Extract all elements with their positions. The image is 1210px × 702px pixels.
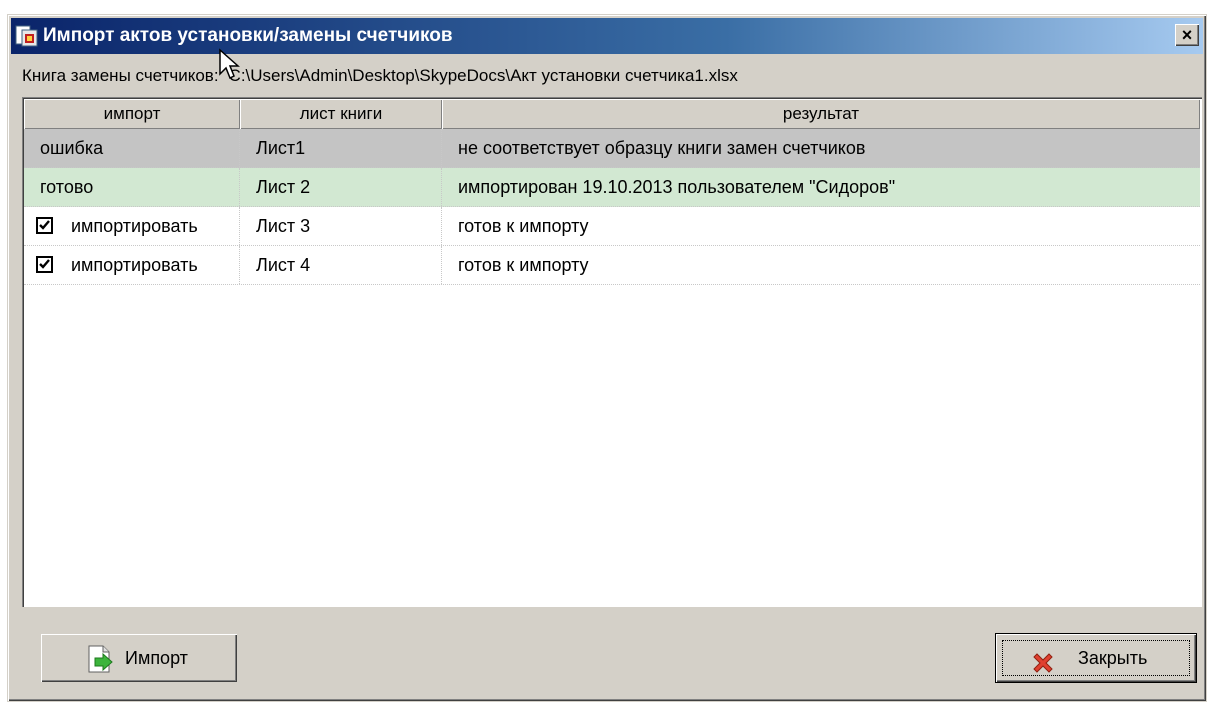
column-header-import[interactable]: импорт <box>24 99 240 129</box>
close-icon: × <box>1181 25 1193 45</box>
import-checkbox[interactable] <box>36 216 53 234</box>
result-cell: импортирован 19.10.2013 пользователем "С… <box>458 177 896 197</box>
title-bar[interactable]: Импорт актов установки/замены счетчиков … <box>11 18 1203 54</box>
table-header: импорт лист книги результат <box>24 99 1200 129</box>
import-checkbox-label: импортировать <box>71 216 198 236</box>
sheets-table[interactable]: импорт лист книги результат ошибка Лист1… <box>22 97 1202 607</box>
table-row[interactable]: ошибка Лист1 не соответствует образцу кн… <box>24 129 1200 168</box>
sheet-name-cell: Лист 2 <box>240 168 442 206</box>
book-path-line: Книга замены счетчиков: C:\Users\Admin\De… <box>22 65 738 87</box>
close-button[interactable]: Закрыть <box>995 633 1197 683</box>
result-cell: готов к импорту <box>458 255 589 275</box>
import-checkbox[interactable] <box>36 255 53 273</box>
import-checkbox-label: импортировать <box>71 255 198 275</box>
result-cell: готов к импорту <box>458 216 589 236</box>
close-button-label: Закрыть <box>1078 648 1148 668</box>
column-header-sheet[interactable]: лист книги <box>240 99 442 129</box>
import-status-cell: ошибка <box>24 129 240 167</box>
excel-sheet-icon <box>15 25 39 47</box>
table-row[interactable]: импортировать Лист 3 готов к импорту <box>24 207 1200 246</box>
red-x-icon <box>1030 646 1056 694</box>
result-cell: не соответствует образцу книги замен сче… <box>458 138 866 158</box>
window-title: Импорт актов установки/замены счетчиков <box>43 25 453 46</box>
column-header-result[interactable]: результат <box>442 99 1200 129</box>
table-row[interactable]: импортировать Лист 4 готов к импорту <box>24 246 1200 285</box>
import-checkbox-cell: импортировать <box>24 207 240 245</box>
mouse-cursor-icon <box>219 48 240 80</box>
import-checkbox-cell: импортировать <box>24 246 240 284</box>
document-green-arrow-icon <box>85 644 115 692</box>
book-label: Книга замены счетчиков: <box>22 66 219 85</box>
close-window-button[interactable]: × <box>1175 24 1199 46</box>
book-path: C:\Users\Admin\Desktop\SkypeDocs\Акт уст… <box>228 66 738 85</box>
import-button[interactable]: Импорт <box>41 634 237 682</box>
import-button-label: Импорт <box>125 648 188 668</box>
sheet-name-cell: Лист 3 <box>240 207 442 245</box>
import-dialog: Импорт актов установки/замены счетчиков … <box>7 14 1207 702</box>
sheet-name-cell: Лист 4 <box>240 246 442 284</box>
table-row[interactable]: готово Лист 2 импортирован 19.10.2013 по… <box>24 168 1200 207</box>
sheet-name-cell: Лист1 <box>240 129 442 167</box>
import-status-cell: готово <box>24 168 240 206</box>
